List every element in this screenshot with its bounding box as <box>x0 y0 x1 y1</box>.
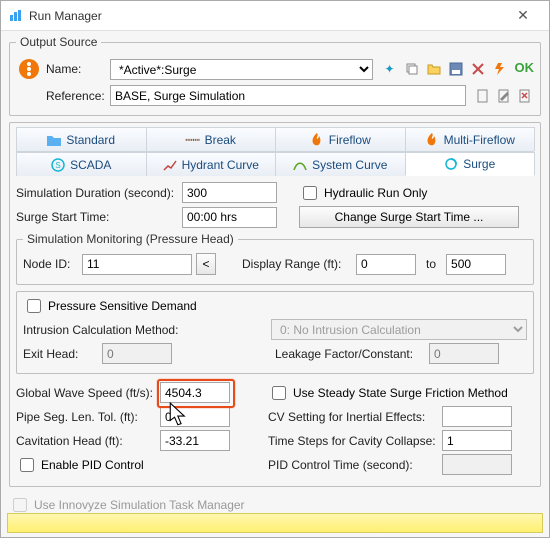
icm-label: Intrusion Calculation Method: <box>23 323 183 337</box>
delete-icon[interactable] <box>469 60 487 78</box>
app-icon <box>7 8 23 24</box>
time-steps-input[interactable] <box>442 430 512 451</box>
change-surge-start-button[interactable]: Change Surge Start Time ... <box>299 206 519 228</box>
scada-icon: S <box>51 158 65 172</box>
sim-duration-input[interactable] <box>182 182 277 203</box>
cav-head-label: Cavitation Head (ft): <box>16 434 156 448</box>
output-source-legend: Output Source <box>16 35 101 49</box>
surge-tab-panel: Standard ┉┉Break Fireflow Multi-Fireflow… <box>9 122 541 487</box>
sim-duration-label: Simulation Duration (second): <box>16 186 178 200</box>
surge-start-input[interactable] <box>182 207 277 228</box>
display-range-from-input[interactable] <box>356 254 416 275</box>
exit-head-input <box>102 343 172 364</box>
icm-select: 0: No Intrusion Calculation <box>271 319 527 340</box>
break-icon: ┉┉ <box>186 133 200 147</box>
fire-icon <box>310 133 324 147</box>
cv-setting-label: CV Setting for Inertial Effects: <box>268 410 438 424</box>
display-range-to-label: to <box>420 257 442 271</box>
svg-text:S: S <box>55 161 60 170</box>
run-icon[interactable] <box>491 60 509 78</box>
remove-doc-icon[interactable] <box>516 87 534 105</box>
cv-setting-input[interactable] <box>442 406 512 427</box>
system-curve-icon <box>293 158 307 172</box>
time-steps-label: Time Steps for Cavity Collapse: <box>268 434 438 448</box>
gws-input[interactable] <box>160 382 230 403</box>
wand-icon[interactable]: ✦ <box>381 60 399 78</box>
node-id-lookup-button[interactable]: < <box>196 253 216 275</box>
open-icon[interactable] <box>425 60 443 78</box>
close-button[interactable]: ✕ <box>503 2 543 30</box>
tab-surge[interactable]: Surge <box>405 152 536 176</box>
folder-icon <box>47 133 61 147</box>
pid-time-label: PID Control Time (second): <box>268 458 438 472</box>
new-doc-icon[interactable] <box>474 87 492 105</box>
exit-head-label: Exit Head: <box>23 347 98 361</box>
output-source-group: Output Source Name: *Active*:Surge ✦ <box>9 35 541 116</box>
steady-state-checkbox[interactable]: Use Steady State Surge Friction Method <box>268 383 508 403</box>
pid-time-input <box>442 454 512 475</box>
hydrant-curve-icon <box>163 158 177 172</box>
pipe-seg-input[interactable] <box>160 406 230 427</box>
tab-row-1: Standard ┉┉Break Fireflow Multi-Fireflow <box>16 127 534 152</box>
tab-scada[interactable]: SSCADA <box>16 152 147 176</box>
psd-group: Pressure Sensitive Demand Intrusion Calc… <box>16 291 534 374</box>
surge-start-label: Surge Start Time: <box>16 210 178 224</box>
pipe-seg-label: Pipe Seg. Len. Tol. (ft): <box>16 410 156 424</box>
hydraulic-run-only-checkbox[interactable]: Hydraulic Run Only <box>299 183 427 203</box>
tab-system-curve[interactable]: System Curve <box>275 152 406 176</box>
reference-label: Reference: <box>46 89 106 103</box>
traffic-light-icon <box>16 56 42 82</box>
sim-monitoring-group: Simulation Monitoring (Pressure Head) No… <box>16 232 534 285</box>
node-id-input[interactable] <box>82 254 192 275</box>
node-id-label: Node ID: <box>23 257 78 271</box>
copy-icon[interactable] <box>403 60 421 78</box>
multi-fire-icon <box>425 133 439 147</box>
status-bar <box>7 513 543 533</box>
reference-input[interactable] <box>110 85 466 106</box>
name-select[interactable]: *Active*:Surge <box>110 59 373 80</box>
leakage-label: Leakage Factor/Constant: <box>275 347 425 361</box>
leakage-input <box>429 343 499 364</box>
enable-pid-checkbox[interactable]: Enable PID Control <box>16 455 230 475</box>
name-label: Name: <box>46 62 106 76</box>
display-range-label: Display Range (ft): <box>242 257 352 271</box>
tab-standard[interactable]: Standard <box>16 127 147 151</box>
save-icon[interactable] <box>447 60 465 78</box>
ok-label: OK <box>515 60 535 78</box>
cav-head-input[interactable] <box>160 430 230 451</box>
edit-doc-icon[interactable] <box>495 87 513 105</box>
psd-checkbox[interactable]: Pressure Sensitive Demand <box>23 296 197 316</box>
tab-row-2: SSCADA Hydrant Curve System Curve Surge <box>16 152 534 176</box>
gws-label: Global Wave Speed (ft/s): <box>16 386 156 400</box>
surge-icon <box>444 157 458 171</box>
titlebar: Run Manager ✕ <box>1 1 549 31</box>
sim-monitoring-legend: Simulation Monitoring (Pressure Head) <box>23 232 238 246</box>
window-title: Run Manager <box>29 9 503 23</box>
tab-break[interactable]: ┉┉Break <box>146 127 277 151</box>
display-range-to-input[interactable] <box>446 254 506 275</box>
tab-hydrant-curve[interactable]: Hydrant Curve <box>146 152 277 176</box>
tab-fireflow[interactable]: Fireflow <box>275 127 406 151</box>
innovyze-checkbox[interactable]: Use Innovyze Simulation Task Manager <box>9 495 245 515</box>
tab-multi-fireflow[interactable]: Multi-Fireflow <box>405 127 536 151</box>
